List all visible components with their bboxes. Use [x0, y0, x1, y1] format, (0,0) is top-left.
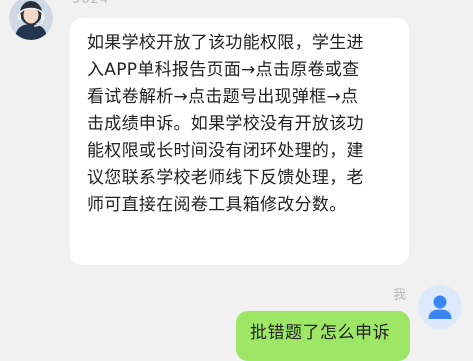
- user-avatar[interactable]: [418, 285, 462, 329]
- agent-message-bubble[interactable]: 如果学校开放了该功能权限，学生进 入APP单科报告页面→点击原卷或查 看试卷解析…: [70, 18, 409, 265]
- agent-avatar[interactable]: [9, 0, 53, 40]
- message-line: 议您联系学校老师线下反馈处理，老: [87, 168, 364, 188]
- message-line: 师可直接在阅卷工具箱修改分数。: [87, 195, 347, 215]
- message-line: 看试卷解析→点击题号出现弹框→点: [87, 87, 359, 107]
- message-line: 能权限或长时间没有闭环处理的，建: [87, 141, 364, 161]
- support-agent-avatar-icon: [9, 0, 53, 40]
- message-line: 如果学校开放了该功能权限，学生进: [87, 33, 364, 53]
- message-line: 击成绩申诉。如果学校没有开放该功: [87, 114, 364, 134]
- user-avatar-icon: [418, 285, 462, 329]
- user-name: 我: [393, 288, 407, 303]
- message-line: 入APP单科报告页面→点击原卷或查: [87, 60, 360, 80]
- user-message-bubble[interactable]: 批错题了怎么申诉: [236, 311, 410, 361]
- agent-name: 5624: [72, 0, 109, 6]
